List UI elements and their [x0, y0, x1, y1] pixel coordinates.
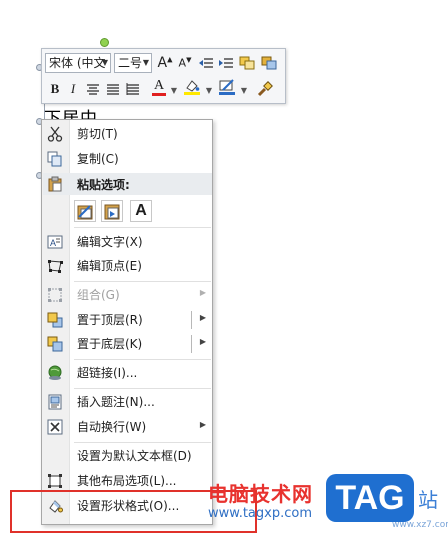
submenu-arrow-icon[interactable]: ▶ [200, 337, 206, 346]
bold-button[interactable]: B [46, 80, 64, 98]
menu-separator [74, 388, 211, 389]
watermark-suffix: 站 [418, 488, 438, 512]
insert-caption-icon [47, 394, 63, 410]
watermark-url: www.tagxp.com [208, 506, 312, 521]
dropdown-arrow-icon: ▼ [142, 58, 149, 67]
menu-item-label: 置于顶层(R) [77, 313, 143, 327]
menu-item-label: 设置为默认文本框(D) [77, 449, 192, 463]
align-justify-icon[interactable] [104, 80, 122, 98]
menu-item-label: 置于底层(K) [77, 337, 143, 351]
layout-options-icon [47, 473, 63, 489]
paste-options-header: 粘贴选项: [43, 173, 212, 195]
menu-item-label: 插入题注(N)... [77, 395, 155, 409]
decrease-indent-icon[interactable] [197, 54, 215, 72]
menu-separator [74, 227, 211, 228]
paste-keep-formatting-button[interactable] [74, 200, 96, 222]
menu-item-edit-points[interactable]: 编辑顶点(E) [43, 254, 212, 278]
menu-item-label: 复制(C) [77, 152, 119, 166]
watermark-badge: TAG [326, 474, 414, 522]
menu-item-group[interactable]: 组合(G) ▶ [43, 283, 212, 307]
rotate-handle[interactable] [100, 38, 109, 47]
menu-item-copy[interactable]: 复制(C) [43, 147, 212, 171]
font-color-letter: A [153, 77, 165, 93]
paste-merge-formatting-button[interactable] [101, 200, 123, 222]
menu-item-label: 超链接(I)... [77, 366, 138, 380]
menu-item-cut[interactable]: 剪切(T) [43, 122, 212, 146]
increase-indent-icon[interactable] [217, 54, 235, 72]
fill-color-dropdown-icon[interactable]: ▼ [204, 81, 214, 99]
hyperlink-globe-icon [47, 365, 63, 381]
menu-separator [74, 442, 211, 443]
shrink-font-icon[interactable]: A▼ [176, 54, 194, 72]
menu-item-label: 编辑文字(X) [77, 235, 143, 249]
menu-item-bring-to-front[interactable]: 置于顶层(R) ▶ [43, 308, 212, 332]
copy-icon [47, 151, 63, 167]
menu-separator [74, 281, 211, 282]
svg-text:A: A [50, 238, 56, 248]
watermark-site-name: 电脑技术网 [208, 482, 313, 506]
dropdown-arrow-icon: ▼ [101, 58, 108, 67]
send-to-back-icon [47, 336, 63, 352]
paste-merge-formatting-icon [104, 204, 120, 220]
font-size-combo[interactable]: 二号 ▼ [114, 53, 152, 73]
clipboard-icon [47, 176, 63, 195]
distribute-icon[interactable] [124, 80, 142, 98]
align-center-icon[interactable] [84, 80, 102, 98]
paste-keep-formatting-icon [77, 205, 93, 220]
menu-item-label: 剪切(T) [77, 127, 118, 141]
menu-item-wrap-text[interactable]: 自动换行(W) ▶ [43, 415, 212, 439]
menu-item-hyperlink[interactable]: 超链接(I)... [43, 361, 212, 385]
paste-options-label: 粘贴选项: [77, 178, 130, 192]
paste-text-only-button[interactable]: A [130, 200, 152, 222]
bring-to-front-icon [47, 312, 63, 328]
fill-color-icon[interactable] [183, 78, 201, 96]
menu-separator [74, 359, 211, 360]
context-menu: 剪切(T) 复制(C) 粘贴选项: A A 编辑文字(X) 编辑顶点(E) 组合… [41, 119, 213, 525]
menu-item-send-to-back[interactable]: 置于底层(K) ▶ [43, 332, 212, 356]
split-divider [191, 311, 192, 329]
grow-font-icon[interactable]: A▲ [156, 54, 174, 72]
menu-item-label: 编辑顶点(E) [77, 259, 142, 273]
menu-item-edit-text[interactable]: A 编辑文字(X) [43, 230, 212, 254]
text-only-icon: A [135, 202, 147, 219]
submenu-arrow-icon: ▶ [199, 288, 206, 297]
watermark-small-url: www.xz7.com [392, 520, 448, 530]
font-size-value: 二号 [118, 56, 143, 70]
font-name-combo[interactable]: 宋体 (中文 ▼ [45, 53, 111, 73]
split-divider [191, 335, 192, 353]
shape-styles-icon[interactable] [238, 54, 256, 72]
edit-points-icon [47, 258, 63, 274]
menu-item-label: 自动换行(W) [77, 420, 147, 434]
arrange-icon[interactable] [260, 54, 278, 72]
group-icon [47, 287, 63, 303]
scissors-icon [47, 126, 63, 142]
font-color-dropdown-icon[interactable]: ▼ [169, 81, 179, 99]
format-painter-icon[interactable] [256, 80, 274, 98]
font-color-icon[interactable]: A [150, 78, 168, 96]
font-name-value: 宋体 (中文 [49, 56, 106, 70]
edit-text-icon: A [47, 234, 63, 250]
line-color-dropdown-icon[interactable]: ▼ [239, 81, 249, 99]
wrap-text-icon [47, 419, 63, 435]
italic-button[interactable]: I [64, 80, 82, 98]
menu-item-set-default-textbox[interactable]: 设置为默认文本框(D) [43, 444, 212, 468]
submenu-arrow-icon[interactable]: ▶ [200, 313, 206, 322]
menu-item-label: 其他布局选项(L)... [77, 474, 177, 488]
menu-item-label: 组合(G) [77, 288, 120, 302]
line-color-icon[interactable] [218, 78, 236, 96]
menu-item-insert-caption[interactable]: 插入题注(N)... [43, 390, 212, 414]
submenu-arrow-icon: ▶ [199, 420, 206, 429]
mini-toolbar: 宋体 (中文 ▼ 二号 ▼ A▲ A▼ B I A ▼ ▼ ▼ [41, 48, 286, 104]
